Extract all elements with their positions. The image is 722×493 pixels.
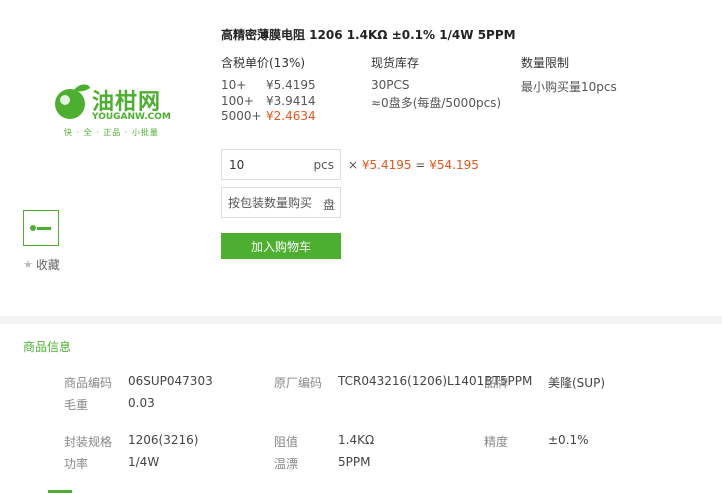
min-purchase: 最小购买量10pcs [521,80,617,94]
product-title: 高精密薄膜电阻 1206 1.4KΩ ±0.1% 1/4W 5PPM [221,28,516,42]
add-to-cart-button[interactable]: 加入购物车 [221,233,341,259]
quantity-unit: pcs [313,158,334,172]
quantity-box: pcs [221,149,341,180]
weight-label: 毛重 [64,398,89,412]
times-sign: × [348,158,359,172]
pack-unit: 盘 [322,198,335,212]
price-calculation: × ¥5.4195 = ¥54.195 [348,158,479,172]
product-info-title: 商品信息 [23,340,72,354]
price-header: 含税单价(13%) [221,56,306,70]
weight-value: 0.03 [128,396,155,410]
calc-unit-price: ¥5.4195 [361,158,412,172]
brand-slogan: 快 · 全 · 正品 · 小批量 [64,128,159,137]
tier-qty: 100+ [221,94,254,108]
price-tier: 5000+ ¥2.4634 [221,109,316,123]
brand-logo: 油柑网 YOUGANW.COM 快 · 全 · 正品 · 小批量 [50,76,171,138]
mfr-code-label: 原厂编码 [274,376,323,390]
stock-count: 30PCS [371,78,410,92]
favorite-label: 收藏 [35,258,60,272]
quantity-input[interactable] [222,150,306,179]
limit-header: 数量限制 [521,56,570,70]
brand-label: 品牌 [484,376,509,390]
section-divider [0,316,722,324]
package-label: 封装规格 [64,435,113,449]
code-label: 商品编码 [64,376,113,390]
accuracy-label: 精度 [484,435,509,449]
resistance-value: 1.4KΩ [338,433,375,447]
tempco-label: 温漂 [274,457,299,471]
price-tier: 10+ ¥5.4195 [221,78,316,92]
stock-reels: ≈0盘多(每盘/5000pcs) [371,96,502,110]
price-tier: 100+ ¥3.9414 [221,94,316,108]
orange-leaf-icon [55,84,90,119]
product-thumbnail[interactable] [23,210,59,246]
power-value: 1/4W [128,455,160,469]
pack-quantity-input[interactable] [222,188,322,217]
brand-domain: YOUGANW.COM [92,112,171,122]
calc-total: ¥54.195 [429,158,479,172]
star-icon: ★ [23,258,33,271]
tempco-value: 5PPM [338,455,371,469]
tier-price: ¥3.9414 [266,94,316,108]
equals-sign: = [415,158,426,172]
resistance-label: 阻值 [274,435,299,449]
power-label: 功率 [64,457,89,471]
brand-value: 美隆(SUP) [548,376,606,390]
code-value: 06SUP047303 [128,374,213,388]
tier-qty: 5000+ [221,109,262,123]
favorite-button[interactable]: ★ 收藏 [23,256,60,273]
tier-price: ¥5.4195 [266,78,316,92]
tier-qty: 10+ [221,78,247,92]
thumbnail-logo-icon [30,222,52,234]
package-value: 1206(3216) [128,433,199,447]
stock-header: 现货库存 [371,56,420,70]
accuracy-value: ±0.1% [548,433,589,447]
pack-quantity-box: 盘 [221,187,341,218]
tier-price-highlight: ¥2.4634 [266,109,316,123]
